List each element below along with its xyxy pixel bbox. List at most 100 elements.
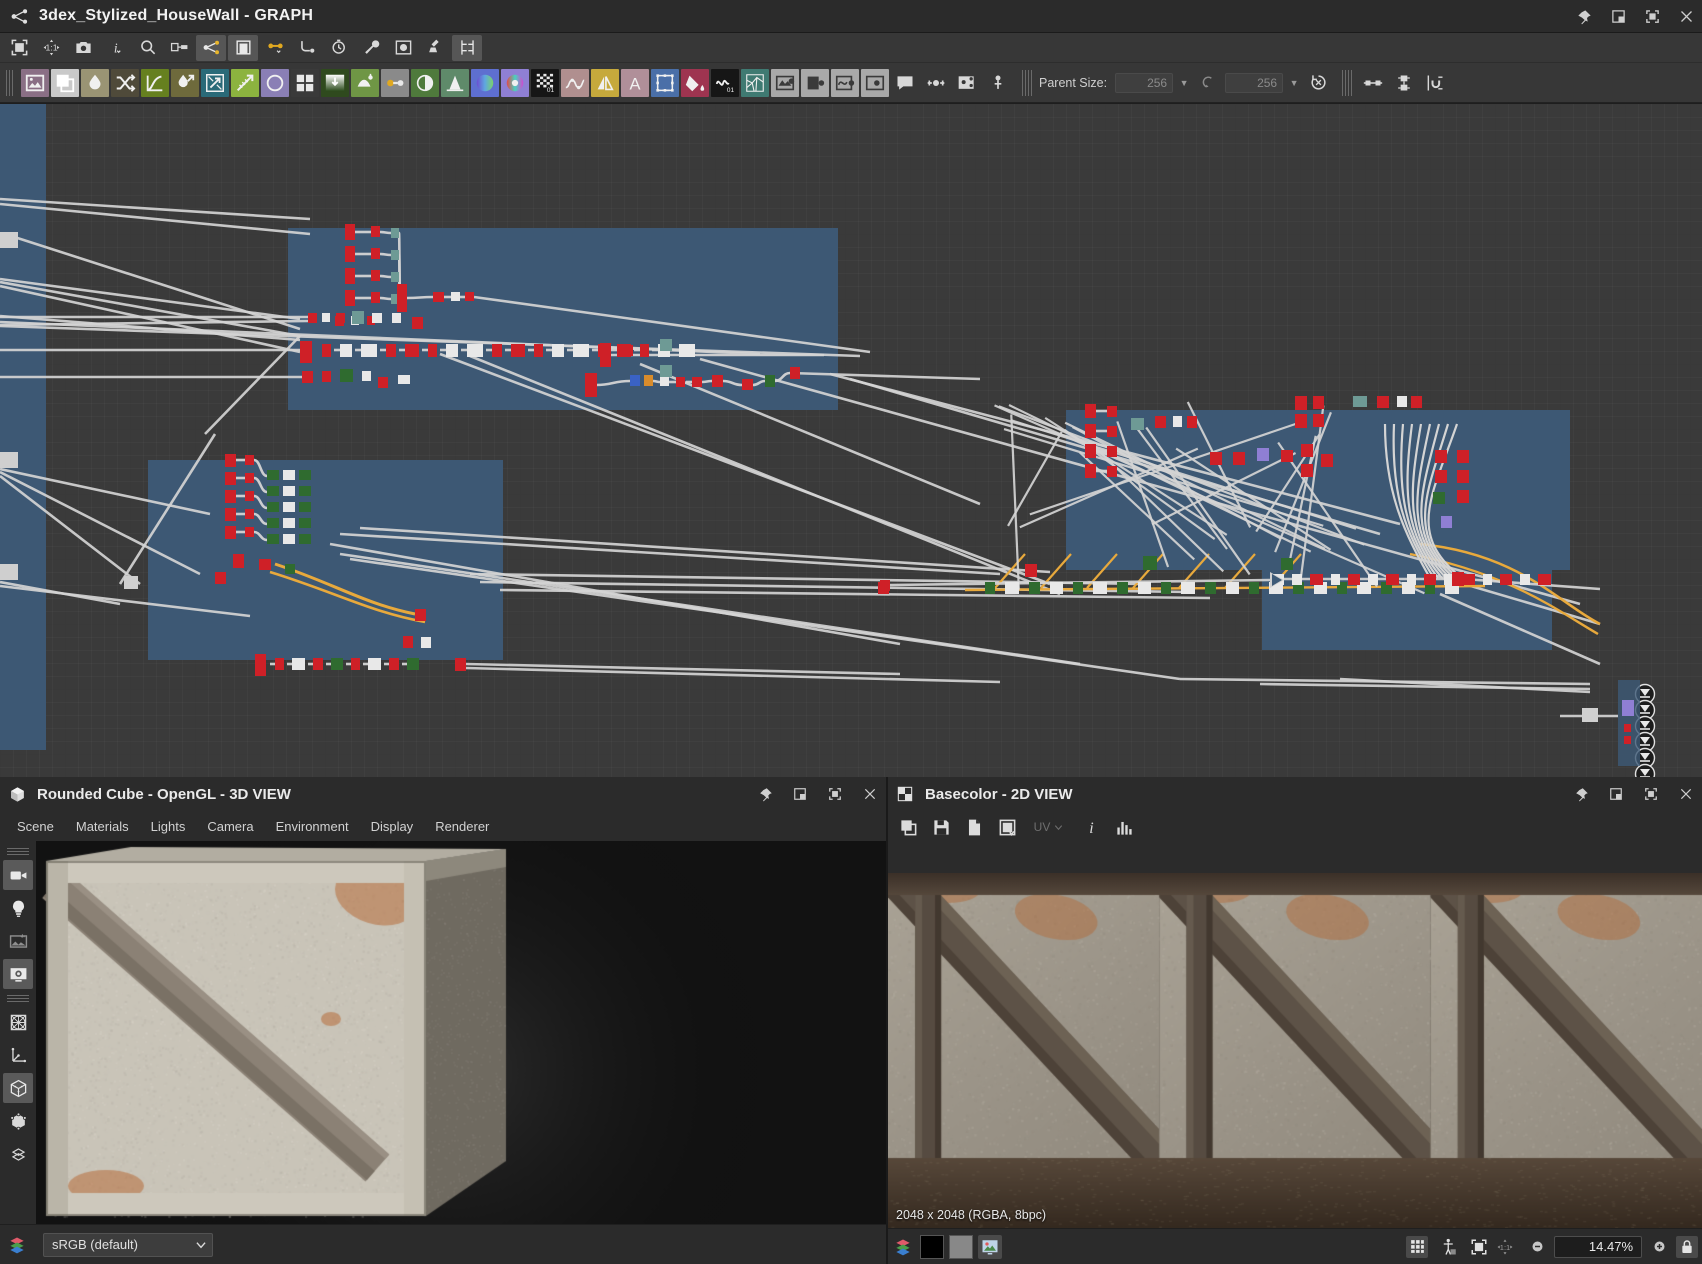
restore-icon[interactable] bbox=[1606, 784, 1626, 804]
spline-node[interactable] bbox=[561, 69, 589, 97]
hsl-node[interactable] bbox=[501, 69, 529, 97]
restore-icon[interactable] bbox=[1608, 7, 1628, 27]
maximize-icon[interactable] bbox=[825, 784, 845, 804]
colorspace-icon[interactable] bbox=[6, 1234, 28, 1256]
gradient-linear-node[interactable] bbox=[321, 69, 349, 97]
fit-view-button[interactable] bbox=[4, 35, 34, 61]
info-button[interactable]: i bbox=[100, 35, 130, 61]
menu-environment[interactable]: Environment bbox=[265, 815, 360, 838]
zoom-out-button[interactable] bbox=[1526, 1236, 1548, 1258]
restore-icon[interactable] bbox=[790, 784, 810, 804]
fit-icon[interactable] bbox=[1468, 1236, 1490, 1258]
link-creation-button[interactable] bbox=[260, 35, 290, 61]
stack-nodes-button[interactable] bbox=[1390, 69, 1418, 97]
gray-swatch[interactable] bbox=[949, 1235, 973, 1259]
material-blend-node[interactable] bbox=[771, 69, 799, 97]
tiling-icon[interactable] bbox=[1406, 1236, 1428, 1258]
align-button[interactable] bbox=[452, 35, 482, 61]
one-to-one-icon[interactable]: 1:1 bbox=[1494, 1236, 1516, 1258]
parent-size-link-icon[interactable] bbox=[1194, 69, 1222, 97]
normal-node[interactable] bbox=[471, 69, 499, 97]
paint-node[interactable] bbox=[681, 69, 709, 97]
dither-node[interactable]: 01 bbox=[531, 69, 559, 97]
maximize-icon[interactable] bbox=[1641, 784, 1661, 804]
graph-view-button[interactable] bbox=[196, 35, 226, 61]
menu-display[interactable]: Display bbox=[360, 815, 425, 838]
image-preview-icon[interactable] bbox=[978, 1235, 1002, 1259]
cleanup-button[interactable] bbox=[420, 35, 450, 61]
ruler-icon[interactable] bbox=[1438, 1236, 1460, 1258]
warp-node[interactable] bbox=[231, 69, 259, 97]
menu-scene[interactable]: Scene bbox=[6, 815, 65, 838]
camera-tool-button[interactable] bbox=[3, 860, 33, 890]
material-out-node[interactable] bbox=[861, 69, 889, 97]
colorspace-icon[interactable] bbox=[892, 1236, 914, 1258]
menu-renderer[interactable]: Renderer bbox=[424, 815, 500, 838]
zoom-value-field[interactable]: 14.47% bbox=[1554, 1236, 1642, 1258]
menu-camera[interactable]: Camera bbox=[196, 815, 264, 838]
selection-node[interactable] bbox=[651, 69, 679, 97]
black-swatch[interactable] bbox=[920, 1235, 944, 1259]
gradient-node[interactable] bbox=[171, 69, 199, 97]
function-node[interactable]: 01 bbox=[711, 69, 739, 97]
frame-node-button[interactable] bbox=[953, 69, 981, 97]
blend-node[interactable] bbox=[81, 69, 109, 97]
levels-node[interactable] bbox=[411, 69, 439, 97]
flood-fill-node[interactable] bbox=[351, 69, 379, 97]
connect-nodes-button[interactable] bbox=[1359, 69, 1387, 97]
shaded-cube-icon[interactable] bbox=[3, 1073, 33, 1103]
material-settings-icon[interactable] bbox=[3, 959, 33, 989]
histogram-node[interactable] bbox=[441, 69, 469, 97]
shuffle-node[interactable] bbox=[111, 69, 139, 97]
graph-content[interactable] bbox=[0, 104, 1702, 777]
close-icon[interactable] bbox=[860, 784, 880, 804]
shape-node[interactable] bbox=[261, 69, 289, 97]
snapshot-button[interactable] bbox=[68, 35, 98, 61]
3d-viewport[interactable] bbox=[36, 841, 886, 1224]
node-preview-button[interactable] bbox=[164, 35, 194, 61]
side-toolbar-grip-2[interactable] bbox=[7, 995, 29, 1002]
tile-generator-node[interactable] bbox=[291, 69, 319, 97]
env-image-icon[interactable] bbox=[3, 926, 33, 956]
menu-materials[interactable]: Materials bbox=[65, 815, 140, 838]
save-icon[interactable] bbox=[929, 815, 953, 839]
wire-cube-icon[interactable] bbox=[3, 1106, 33, 1136]
parent-size-height-caret-icon[interactable]: ▼ bbox=[1284, 73, 1304, 93]
parent-size-reset-button[interactable] bbox=[1304, 69, 1332, 97]
2d-viewport[interactable] bbox=[888, 873, 1702, 1228]
pin-node-button[interactable] bbox=[922, 69, 950, 97]
pin-icon[interactable] bbox=[1574, 7, 1594, 27]
crystal-node[interactable] bbox=[741, 69, 769, 97]
zoom-1-1-button[interactable]: 1:1 bbox=[36, 35, 66, 61]
bitmap-node[interactable] bbox=[21, 69, 49, 97]
menu-lights[interactable]: Lights bbox=[140, 815, 197, 838]
search-button[interactable] bbox=[132, 35, 162, 61]
lock-icon[interactable] bbox=[1676, 1236, 1698, 1258]
side-toolbar-grip[interactable] bbox=[7, 848, 29, 855]
info-icon[interactable]: i bbox=[1079, 815, 1103, 839]
maximize-icon[interactable] bbox=[1642, 7, 1662, 27]
layers-view-button[interactable] bbox=[228, 35, 258, 61]
toolbar-grip[interactable] bbox=[6, 70, 15, 96]
timing-button[interactable] bbox=[324, 35, 354, 61]
zoom-in-button[interactable] bbox=[1648, 1236, 1670, 1258]
close-icon[interactable] bbox=[1676, 784, 1696, 804]
curve-node[interactable] bbox=[141, 69, 169, 97]
copy-icon[interactable] bbox=[962, 815, 986, 839]
tessellation-icon[interactable] bbox=[3, 1139, 33, 1169]
colorspace-select[interactable]: sRGB (default) bbox=[43, 1233, 213, 1257]
pin-icon[interactable] bbox=[1571, 784, 1591, 804]
pin-icon[interactable] bbox=[755, 784, 775, 804]
output-ao[interactable] bbox=[1636, 765, 1655, 778]
histogram-icon[interactable] bbox=[1112, 815, 1136, 839]
link-view-icon[interactable] bbox=[995, 815, 1019, 839]
wireframe-icon[interactable] bbox=[3, 1007, 33, 1037]
value-node[interactable] bbox=[381, 69, 409, 97]
text-node[interactable]: A bbox=[621, 69, 649, 97]
copy-node[interactable] bbox=[51, 69, 79, 97]
parent-size-width-field[interactable]: 256 bbox=[1115, 73, 1173, 93]
magnet-snap-button[interactable] bbox=[1421, 69, 1449, 97]
frame-mid-left[interactable] bbox=[148, 460, 503, 660]
close-icon[interactable] bbox=[1676, 7, 1696, 27]
material-node[interactable] bbox=[801, 69, 829, 97]
